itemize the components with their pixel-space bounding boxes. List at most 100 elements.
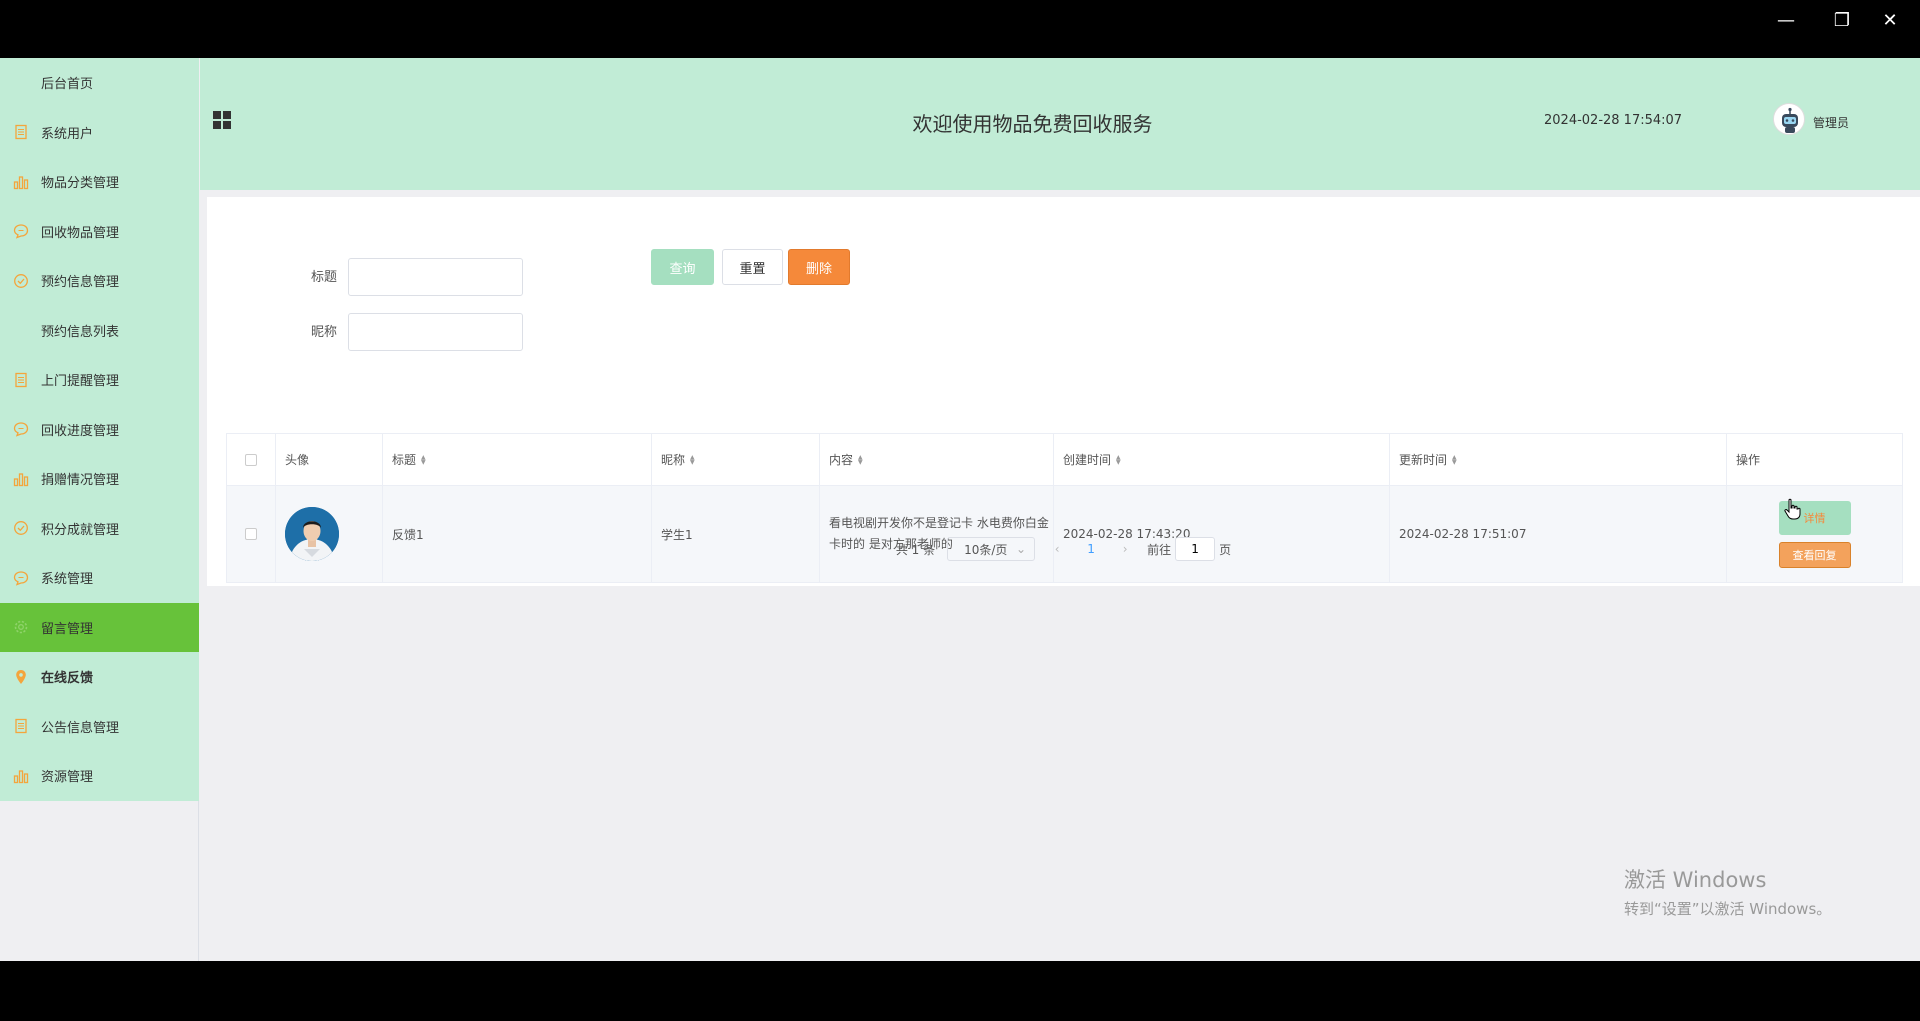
- sidebar-item-label: 捐赠情况管理: [41, 473, 120, 489]
- column-header-nickname[interactable]: 昵称 ▲ ▼: [652, 434, 820, 485]
- user-avatar-icon[interactable]: [1773, 103, 1805, 135]
- avatar-cell: [276, 486, 383, 582]
- pagination-total: 共 1 条: [895, 542, 936, 557]
- title-filter-input[interactable]: [348, 258, 523, 296]
- page-number[interactable]: 1: [1079, 542, 1103, 556]
- column-header-content[interactable]: 内容 ▲ ▼: [820, 434, 1054, 485]
- minimize-icon: —: [1777, 9, 1795, 31]
- page-title: 欢迎使用物品免费回收服务: [912, 112, 1153, 136]
- sidebar-item-label: 预约信息管理: [41, 275, 120, 291]
- sidebar-item-label: 留言管理: [41, 621, 94, 637]
- sort-icon[interactable]: ▲ ▼: [421, 454, 426, 465]
- title-filter-label: 标题: [311, 270, 338, 285]
- goto-page-input[interactable]: [1175, 537, 1216, 561]
- actions-cell: 详情 查看回复: [1727, 486, 1902, 582]
- watermark-line2: 转到“设置”以激活 Windows。: [1624, 900, 1832, 918]
- windows-activation-watermark: 激活 Windows 转到“设置”以激活 Windows。: [1624, 864, 1831, 919]
- query-button[interactable]: 查询: [651, 249, 714, 285]
- nickname-filter-input[interactable]: [348, 313, 523, 351]
- top-header: 欢迎使用物品免费回收服务 2024-02-28 17:54:07 管理员: [200, 58, 1920, 190]
- close-icon: ✕: [1882, 9, 1898, 31]
- sidebar-item-label: 系统用户: [41, 126, 94, 142]
- chat-bubble-icon: [12, 222, 30, 240]
- sidebar-item-label: 上门提醒管理: [41, 374, 120, 390]
- nickname-cell: 学生1: [652, 486, 820, 582]
- sidebar-item-appointment[interactable]: 预约信息管理: [0, 256, 199, 306]
- bottom-black-bar: [0, 961, 1920, 1021]
- content-cell: 看电视剧开发你不是登记卡 水电费你白金卡时的 是对方那老师的: [820, 486, 1054, 582]
- chat-bubble-icon: [12, 569, 30, 587]
- chat-bubble-icon: [12, 420, 30, 438]
- menu-toggle-icon[interactable]: [213, 111, 231, 129]
- check-circle-icon: [12, 272, 30, 290]
- sidebar-item-label: 资源管理: [41, 770, 94, 786]
- next-page-icon[interactable]: ›: [1115, 542, 1135, 556]
- updated-cell: 2024-02-28 17:51:07: [1390, 486, 1727, 582]
- document-icon: [12, 123, 30, 141]
- user-name[interactable]: 管理员: [1813, 114, 1849, 131]
- nickname-filter-label: 昵称: [311, 325, 338, 340]
- sidebar-item-label: 回收进度管理: [41, 423, 120, 439]
- sidebar-item-resources[interactable]: 资源管理: [0, 751, 199, 801]
- bar-chart-icon: [12, 173, 30, 191]
- column-header-created[interactable]: 创建时间 ▲ ▼: [1054, 434, 1390, 485]
- chevron-down-icon: ⌄: [1016, 542, 1027, 556]
- sidebar-item-label: 物品分类管理: [41, 176, 120, 192]
- sidebar-item-progress[interactable]: 回收进度管理: [0, 405, 199, 455]
- sort-icon[interactable]: ▲ ▼: [1116, 454, 1121, 465]
- sidebar-item-messages[interactable]: 留言管理: [0, 602, 199, 652]
- sidebar-item-system[interactable]: 系统管理: [0, 553, 199, 603]
- sort-icon[interactable]: ▲ ▼: [690, 454, 695, 465]
- sidebar-item-system-users[interactable]: 系统用户: [0, 108, 199, 158]
- window-titlebar: — ❐ ✕: [0, 0, 1920, 58]
- created-cell: 2024-02-28 17:43:20: [1054, 486, 1390, 582]
- restore-icon: ❐: [1833, 9, 1851, 31]
- sidebar-item-announcements[interactable]: 公告信息管理: [0, 702, 199, 752]
- sidebar-item-label: 回收物品管理: [41, 225, 120, 241]
- sidebar-item-category[interactable]: 物品分类管理: [0, 157, 199, 207]
- sort-icon[interactable]: ▲ ▼: [1452, 454, 1457, 465]
- hand-cursor-icon: [1784, 498, 1801, 520]
- prev-page-icon[interactable]: ‹: [1047, 542, 1067, 556]
- column-header-actions: 操作: [1736, 453, 1761, 467]
- page-unit-label: 页: [1219, 542, 1232, 557]
- select-all-cell: [227, 434, 276, 485]
- gear-icon: [12, 618, 30, 636]
- sidebar-item-appointment-list[interactable]: 预约信息列表: [0, 306, 199, 356]
- document-icon: [12, 717, 30, 735]
- sidebar-item-label: 积分成就管理: [41, 522, 120, 538]
- sidebar-item-label: 后台首页: [41, 77, 94, 93]
- pagination: 共 1 条 10条/页⌄ ‹ 1 › 前往 页: [207, 537, 1920, 561]
- delete-button[interactable]: 删除: [788, 249, 850, 285]
- sidebar-item-points[interactable]: 积分成就管理: [0, 504, 199, 554]
- sidebar-item-label: 公告信息管理: [41, 720, 120, 736]
- sidebar-item-label: 预约信息列表: [41, 324, 120, 340]
- select-all-checkbox[interactable]: [245, 453, 257, 466]
- close-button[interactable]: ✕: [1862, 0, 1918, 40]
- page-size-select[interactable]: 10条/页 ⌄: [947, 537, 1036, 561]
- sidebar-item-feedback[interactable]: 在线反馈: [0, 652, 199, 702]
- sidebar-item-recycle-items[interactable]: 回收物品管理: [0, 207, 199, 257]
- sidebar-item-label: 系统管理: [41, 572, 94, 588]
- sidebar-item-visit-reminder[interactable]: 上门提醒管理: [0, 355, 199, 405]
- column-header-updated[interactable]: 更新时间 ▲ ▼: [1390, 434, 1727, 485]
- sidebar-item-donation[interactable]: 捐赠情况管理: [0, 454, 199, 504]
- sort-icon[interactable]: ▲ ▼: [858, 454, 863, 465]
- reset-button[interactable]: 重置: [722, 249, 783, 285]
- bar-chart-icon: [12, 470, 30, 488]
- header-datetime: 2024-02-28 17:54:07: [1544, 113, 1683, 128]
- title-cell: 反馈1: [383, 486, 652, 582]
- table-header: 头像 标题 ▲ ▼ 昵称 ▲ ▼ 内容 ▲ ▼ 创建时间 ▲ ▼ 更新时间 ▲ ▼ 操作: [227, 434, 1902, 486]
- column-header-title[interactable]: 标题 ▲ ▼: [383, 434, 652, 485]
- goto-label: 前往: [1147, 542, 1172, 557]
- app-window: 后台首页 系统用户 物品分类管理 回收物品管理 预约信息管理 预约信息列表 上门…: [0, 58, 1920, 961]
- watermark-line1: 激活 Windows: [1624, 868, 1767, 892]
- main-content: 标题 昵称 查询 重置 删除 头像 标题 ▲ ▼ 昵称 ▲ ▼ 内容 ▲ ▼ 创建时间 ▲ ▼ …: [207, 197, 1920, 586]
- row-select-cell: [227, 486, 276, 582]
- table-row: 反馈1 学生1 看电视剧开发你不是登记卡 水电费你白金卡时的 是对方那老师的 2…: [227, 486, 1902, 582]
- sidebar-menu: 后台首页 系统用户 物品分类管理 回收物品管理 预约信息管理 预约信息列表 上门…: [0, 58, 199, 801]
- minimize-button[interactable]: —: [1758, 0, 1814, 40]
- sidebar: 后台首页 系统用户 物品分类管理 回收物品管理 预约信息管理 预约信息列表 上门…: [0, 58, 199, 961]
- column-header-avatar: 头像: [276, 434, 383, 485]
- sidebar-item-home[interactable]: 后台首页: [0, 58, 199, 108]
